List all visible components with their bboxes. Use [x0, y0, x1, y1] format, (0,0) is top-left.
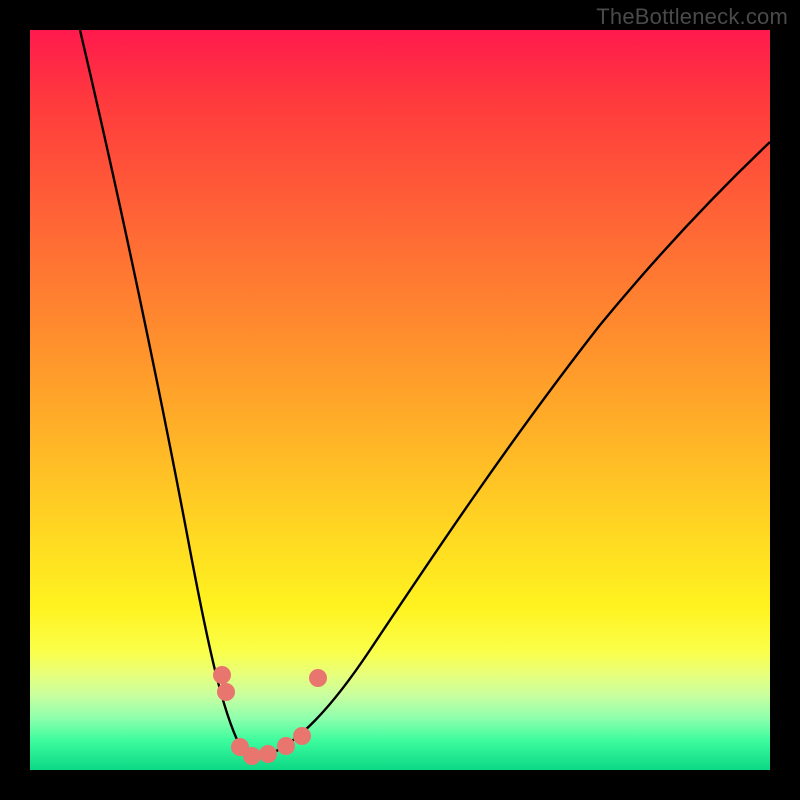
plot-area — [30, 30, 770, 770]
marker-dot — [243, 747, 261, 765]
bottleneck-curve — [80, 30, 770, 757]
curve-layer — [30, 30, 770, 770]
marker-dot — [213, 666, 231, 684]
marker-group — [213, 666, 327, 765]
watermark-text: TheBottleneck.com — [596, 4, 788, 30]
marker-dot — [259, 745, 277, 763]
marker-dot — [277, 737, 295, 755]
marker-dot — [293, 727, 311, 745]
chart-frame: TheBottleneck.com — [0, 0, 800, 800]
marker-dot — [217, 683, 235, 701]
marker-dot — [309, 669, 327, 687]
